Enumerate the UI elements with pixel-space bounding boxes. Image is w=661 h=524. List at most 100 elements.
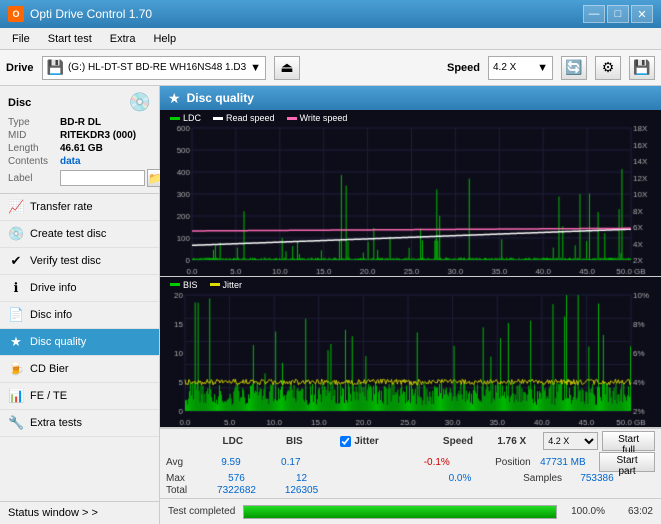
status-window-label: Status window > > xyxy=(8,507,98,519)
app-icon: O xyxy=(8,6,24,22)
label-label: Label xyxy=(8,173,60,184)
main-layout: Disc 💿 Type BD-R DL MID RITEKDR3 (000) L… xyxy=(0,86,661,524)
avg-label: Avg xyxy=(166,457,201,468)
settings-button[interactable]: ⚙ xyxy=(595,56,621,80)
max-bis: 12 xyxy=(269,473,334,484)
top-chart-legend: LDC Read speed Write speed xyxy=(170,113,347,123)
menu-bar: File Start test Extra Help xyxy=(0,28,661,50)
stats-speed-select[interactable]: 4.2 X xyxy=(543,432,598,450)
maximize-button[interactable]: □ xyxy=(607,5,629,23)
panel-header: ★ Disc quality xyxy=(160,86,661,110)
menu-file[interactable]: File xyxy=(4,31,38,47)
stats-header-row: LDC BIS Jitter Speed 1.76 X 4.2 X Start … xyxy=(166,431,655,451)
drive-selector[interactable]: 💾 (G:) HL-DT-ST BD-RE WH16NS48 1.D3 ▼ xyxy=(42,56,267,80)
sidebar-item-fe-te[interactable]: 📊 FE / TE xyxy=(0,383,159,410)
sidebar-item-drive-info[interactable]: ℹ Drive info xyxy=(0,275,159,302)
title-bar: O Opti Drive Control 1.70 — □ ✕ xyxy=(0,0,661,28)
menu-start-test[interactable]: Start test xyxy=(40,31,100,47)
legend-jitter: Jitter xyxy=(210,280,243,290)
top-chart: LDC Read speed Write speed xyxy=(160,110,661,277)
jitter-color-dot xyxy=(210,283,220,286)
app-title: Opti Drive Control 1.70 xyxy=(30,7,152,21)
refresh-button[interactable]: 🔄 xyxy=(561,56,587,80)
menu-help[interactable]: Help xyxy=(145,31,184,47)
sidebar-item-verify-test-disc[interactable]: ✔ Verify test disc xyxy=(0,248,159,275)
nav-label-extra-tests: Extra tests xyxy=(30,417,82,429)
stats-speed-header: Speed xyxy=(416,436,473,447)
max-label: Max xyxy=(166,473,204,484)
extra-tests-icon: 🔧 xyxy=(8,415,24,431)
nav-label-disc-quality: Disc quality xyxy=(30,336,86,348)
samples-label: Samples xyxy=(490,473,562,484)
legend-bis-label: BIS xyxy=(183,280,198,290)
total-ldc: 7322682 xyxy=(204,485,269,496)
status-window-button[interactable]: Status window > > xyxy=(0,501,159,524)
jitter-label: Jitter xyxy=(354,436,378,447)
legend-write-speed-label: Write speed xyxy=(300,113,348,123)
jitter-checkbox-row: Jitter xyxy=(340,436,416,447)
stats-ldc-header: LDC xyxy=(202,436,264,447)
disc-panel: Disc 💿 Type BD-R DL MID RITEKDR3 (000) L… xyxy=(0,86,159,194)
minimize-button[interactable]: — xyxy=(583,5,605,23)
close-button[interactable]: ✕ xyxy=(631,5,653,23)
progress-bar-fill xyxy=(244,506,556,518)
progress-time: 63:02 xyxy=(613,506,653,517)
label-input[interactable] xyxy=(60,170,145,186)
transfer-rate-icon: 📈 xyxy=(8,199,24,215)
samples-value: 753386 xyxy=(562,473,632,484)
read-speed-color-dot xyxy=(213,117,223,120)
bottom-chart-legend: BIS Jitter xyxy=(170,280,242,290)
avg-jitter: -0.1% xyxy=(409,457,464,468)
max-ldc: 576 xyxy=(204,473,269,484)
content-area: ★ Disc quality LDC Read speed xyxy=(160,86,661,524)
stats-max-row: Max 576 12 0.0% Samples 753386 xyxy=(166,473,655,484)
type-label: Type xyxy=(8,117,60,128)
drive-icon: 💾 xyxy=(47,59,64,76)
speed-label: Speed xyxy=(447,62,480,74)
drive-label: Drive xyxy=(6,62,34,74)
legend-read-speed: Read speed xyxy=(213,113,275,123)
cd-bier-icon: 🍺 xyxy=(8,361,24,377)
bis-color-dot xyxy=(170,283,180,286)
legend-write-speed: Write speed xyxy=(287,113,348,123)
sidebar-item-disc-quality[interactable]: ★ Disc quality xyxy=(0,329,159,356)
progress-area: Test completed 100.0% 63:02 xyxy=(160,498,661,524)
mid-value: RITEKDR3 (000) xyxy=(60,130,136,141)
nav-label-verify-test-disc: Verify test disc xyxy=(30,255,101,267)
sidebar-item-extra-tests[interactable]: 🔧 Extra tests xyxy=(0,410,159,437)
drive-value: (G:) HL-DT-ST BD-RE WH16NS48 1.D3 xyxy=(68,62,246,73)
sidebar-item-transfer-rate[interactable]: 📈 Transfer rate xyxy=(0,194,159,221)
speed-selector[interactable]: 4.2 X ▼ xyxy=(488,56,553,80)
stats-area: LDC BIS Jitter Speed 1.76 X 4.2 X Start … xyxy=(160,428,661,498)
menu-extra[interactable]: Extra xyxy=(102,31,144,47)
jitter-checkbox[interactable] xyxy=(340,436,351,447)
total-bis: 126305 xyxy=(269,485,334,496)
ldc-color-dot xyxy=(170,117,180,120)
stats-bis-header: BIS xyxy=(264,436,326,447)
disc-icon: 💿 xyxy=(129,92,151,113)
sidebar-item-create-test-disc[interactable]: 💿 Create test disc xyxy=(0,221,159,248)
sidebar-item-cd-bier[interactable]: 🍺 CD Bier xyxy=(0,356,159,383)
total-label: Total xyxy=(166,485,204,496)
legend-ldc: LDC xyxy=(170,113,201,123)
ldc-chart-canvas xyxy=(160,110,661,276)
fe-te-icon: 📊 xyxy=(8,388,24,404)
start-full-button[interactable]: Start full xyxy=(602,431,655,451)
sidebar-item-disc-info[interactable]: 📄 Disc info xyxy=(0,302,159,329)
speed-select-dropdown[interactable]: 4.2 X xyxy=(543,432,598,450)
start-part-button[interactable]: Start part xyxy=(599,452,655,472)
avg-ldc: 9.59 xyxy=(201,457,261,468)
stats-avg-row: Avg 9.59 0.17 -0.1% Position 47731 MB St… xyxy=(166,452,655,472)
nav-label-create-test-disc: Create test disc xyxy=(30,228,106,240)
save-button[interactable]: 💾 xyxy=(629,56,655,80)
contents-label: Contents xyxy=(8,156,60,167)
nav-label-transfer-rate: Transfer rate xyxy=(30,201,93,213)
progress-percent: 100.0% xyxy=(565,506,605,517)
disc-title: Disc xyxy=(8,97,31,109)
eject-button[interactable]: ⏏ xyxy=(274,56,300,80)
legend-ldc-label: LDC xyxy=(183,113,201,123)
stats-speed-value-header: 1.76 X xyxy=(484,436,539,447)
position-label: Position xyxy=(464,457,530,468)
disc-quality-icon: ★ xyxy=(8,334,24,350)
bottom-chart: BIS Jitter xyxy=(160,277,661,428)
